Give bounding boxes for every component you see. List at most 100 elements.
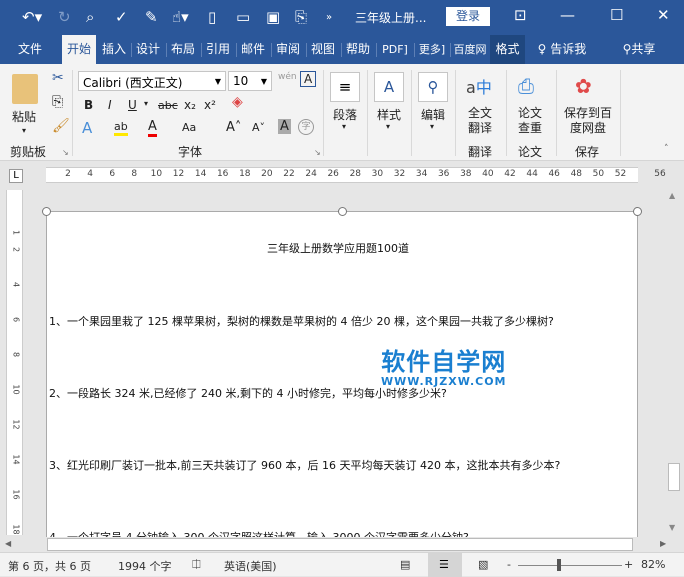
page-count[interactable]: 第 6 页，共 6 页	[8, 558, 91, 574]
paper-check-button[interactable]: 论文查重	[518, 106, 542, 136]
new-document-icon[interactable]: ▯	[208, 8, 216, 26]
edit-icon[interactable]: ✎	[145, 8, 158, 26]
collapse-ribbon-icon[interactable]: ˄	[664, 144, 669, 154]
paper-check-icon[interactable]: ⎙	[518, 74, 534, 98]
tab-mailings[interactable]: 邮件	[236, 35, 270, 64]
tab-layout[interactable]: 布局	[166, 35, 200, 64]
font-dialog-launcher-icon[interactable]: ↘	[314, 148, 321, 157]
maximize-icon[interactable]: ☐	[610, 6, 623, 24]
full-translate-button[interactable]: 全文翻译	[468, 106, 492, 136]
translate-icon[interactable]: a中	[466, 74, 492, 98]
tab-pdf[interactable]: PDF]	[376, 35, 414, 64]
undo-icon[interactable]: ↶▾	[22, 8, 42, 26]
tab-more[interactable]: 更多]	[414, 35, 450, 64]
ribbon-display-icon[interactable]: ⊡	[514, 6, 527, 24]
editing-button[interactable]: 编辑	[421, 106, 445, 123]
enclose-char-icon[interactable]: 字	[298, 119, 314, 135]
horizontal-scrollbar[interactable]: ◀ ▶	[0, 537, 684, 552]
open-folder-icon[interactable]: ▭	[236, 8, 250, 26]
print-preview-icon[interactable]: ⌕	[86, 8, 94, 26]
clear-format-icon[interactable]: ◈	[232, 94, 243, 110]
save-icon[interactable]: ▣	[266, 8, 280, 26]
tab-help[interactable]: 帮助	[341, 35, 375, 64]
tab-baidu[interactable]: 百度网	[450, 35, 490, 64]
char-border-icon[interactable]: A	[300, 71, 317, 87]
baidu-netdisk-icon[interactable]: ✿	[575, 74, 592, 98]
zoom-slider[interactable]	[518, 565, 622, 566]
highlight-icon[interactable]: ab	[114, 120, 128, 136]
search-icon[interactable]: ⚲	[418, 72, 448, 102]
touch-mode-icon[interactable]: ☝▾	[172, 8, 189, 26]
language[interactable]: 英语(美国)	[224, 558, 277, 574]
scroll-down-icon[interactable]: ▼	[669, 523, 675, 532]
more-commands-icon[interactable]: »	[326, 12, 332, 23]
paste-icon[interactable]	[12, 74, 38, 104]
login-button[interactable]: 登录	[446, 7, 490, 26]
zoom-in-button[interactable]: +	[624, 558, 633, 571]
styles-button[interactable]: 样式	[377, 106, 401, 123]
print-layout-button[interactable]: ☰	[428, 553, 462, 577]
phonetic-guide-icon[interactable]: wén	[278, 72, 297, 82]
zoom-level[interactable]: 82%	[641, 558, 665, 571]
format-painter-icon[interactable]: 🖌	[52, 118, 70, 134]
paragraph-button[interactable]: 段落	[333, 106, 357, 123]
copy-icon[interactable]: ⎘	[52, 94, 63, 110]
tab-file[interactable]: 文件	[10, 35, 50, 64]
save-baidu-button[interactable]: 保存到百度网盘	[562, 106, 614, 136]
grow-font-icon[interactable]: A˄	[226, 120, 241, 135]
close-icon[interactable]: ✕	[657, 6, 670, 24]
vertical-scrollbar[interactable]: ▲ ▼	[666, 187, 683, 537]
tab-home[interactable]: 开始	[62, 35, 96, 64]
attach-icon[interactable]: ⎘	[295, 8, 307, 26]
bold-button[interactable]: B	[84, 98, 93, 112]
read-mode-icon[interactable]: ▤	[400, 558, 410, 571]
tab-selector-icon[interactable]: L	[9, 169, 23, 183]
proofing-icon[interactable]: ⎅	[192, 558, 201, 572]
change-case-button[interactable]: Aa	[182, 121, 196, 134]
tab-design[interactable]: 设计	[131, 35, 165, 64]
share-button[interactable]: ⚲共享	[614, 35, 664, 64]
scroll-up-icon[interactable]: ▲	[669, 191, 675, 200]
resize-handle[interactable]	[633, 207, 642, 216]
redo-icon[interactable]: ↻	[58, 8, 71, 26]
resize-handle[interactable]	[42, 207, 51, 216]
scroll-right-icon[interactable]: ▶	[660, 539, 666, 548]
hscroll-thumb[interactable]	[47, 538, 633, 551]
spelling-icon[interactable]: ✓	[115, 8, 128, 26]
tab-review[interactable]: 审阅	[271, 35, 305, 64]
font-color-icon[interactable]: A	[148, 119, 157, 137]
scroll-left-icon[interactable]: ◀	[5, 539, 11, 548]
tab-view[interactable]: 视图	[306, 35, 340, 64]
vertical-ruler[interactable]: 1 2 4 6 8 10 12 14 16 18	[6, 190, 23, 535]
underline-button[interactable]: U	[128, 98, 137, 112]
document-page[interactable]: 三年级上册数学应用题100道 1、一个果园里栽了 125 棵苹果树，梨树的棵数是…	[42, 207, 642, 544]
tab-references[interactable]: 引用	[201, 35, 235, 64]
subscript-button[interactable]: x₂	[184, 98, 196, 112]
italic-button[interactable]: I	[108, 98, 112, 112]
zoom-slider-thumb[interactable]	[557, 559, 561, 571]
tab-format[interactable]: 格式	[490, 35, 525, 64]
cut-icon[interactable]: ✂	[52, 70, 64, 86]
scroll-thumb[interactable]	[668, 463, 680, 491]
text-effects-icon[interactable]: A	[82, 119, 92, 137]
web-layout-icon[interactable]: ▧	[478, 558, 488, 571]
minimize-icon[interactable]: —	[560, 6, 575, 24]
zoom-out-button[interactable]: -	[507, 558, 511, 571]
word-count[interactable]: 1994 个字	[118, 558, 172, 574]
font-name-select[interactable]: Calibri (西文正文) ▼	[78, 71, 226, 91]
tab-insert[interactable]: 插入	[97, 35, 131, 64]
strikethrough-button[interactable]: abc	[158, 99, 178, 112]
resize-handle[interactable]	[338, 207, 347, 216]
shrink-font-icon[interactable]: A˅	[252, 121, 265, 134]
ruler-number: 18	[239, 169, 251, 179]
styles-icon[interactable]: A	[374, 72, 404, 102]
paragraph-icon[interactable]: ≡	[330, 72, 360, 102]
document-heading: 三年级上册数学应用题100道	[267, 242, 409, 255]
font-size-select[interactable]: 10 ▼	[228, 71, 272, 91]
char-shading-icon[interactable]: A	[278, 119, 291, 134]
tell-me-button[interactable]: ♀ 告诉我	[532, 35, 592, 64]
dialog-launcher-icon[interactable]: ↘	[62, 148, 69, 157]
horizontal-ruler[interactable]: L 2 4 6 8 10 12 14 16 18 20 22 24 26 28 30 32 34 36 38 40 42…	[0, 163, 684, 187]
superscript-button[interactable]: x²	[204, 98, 216, 112]
paste-button[interactable]: 粘贴	[12, 108, 36, 125]
